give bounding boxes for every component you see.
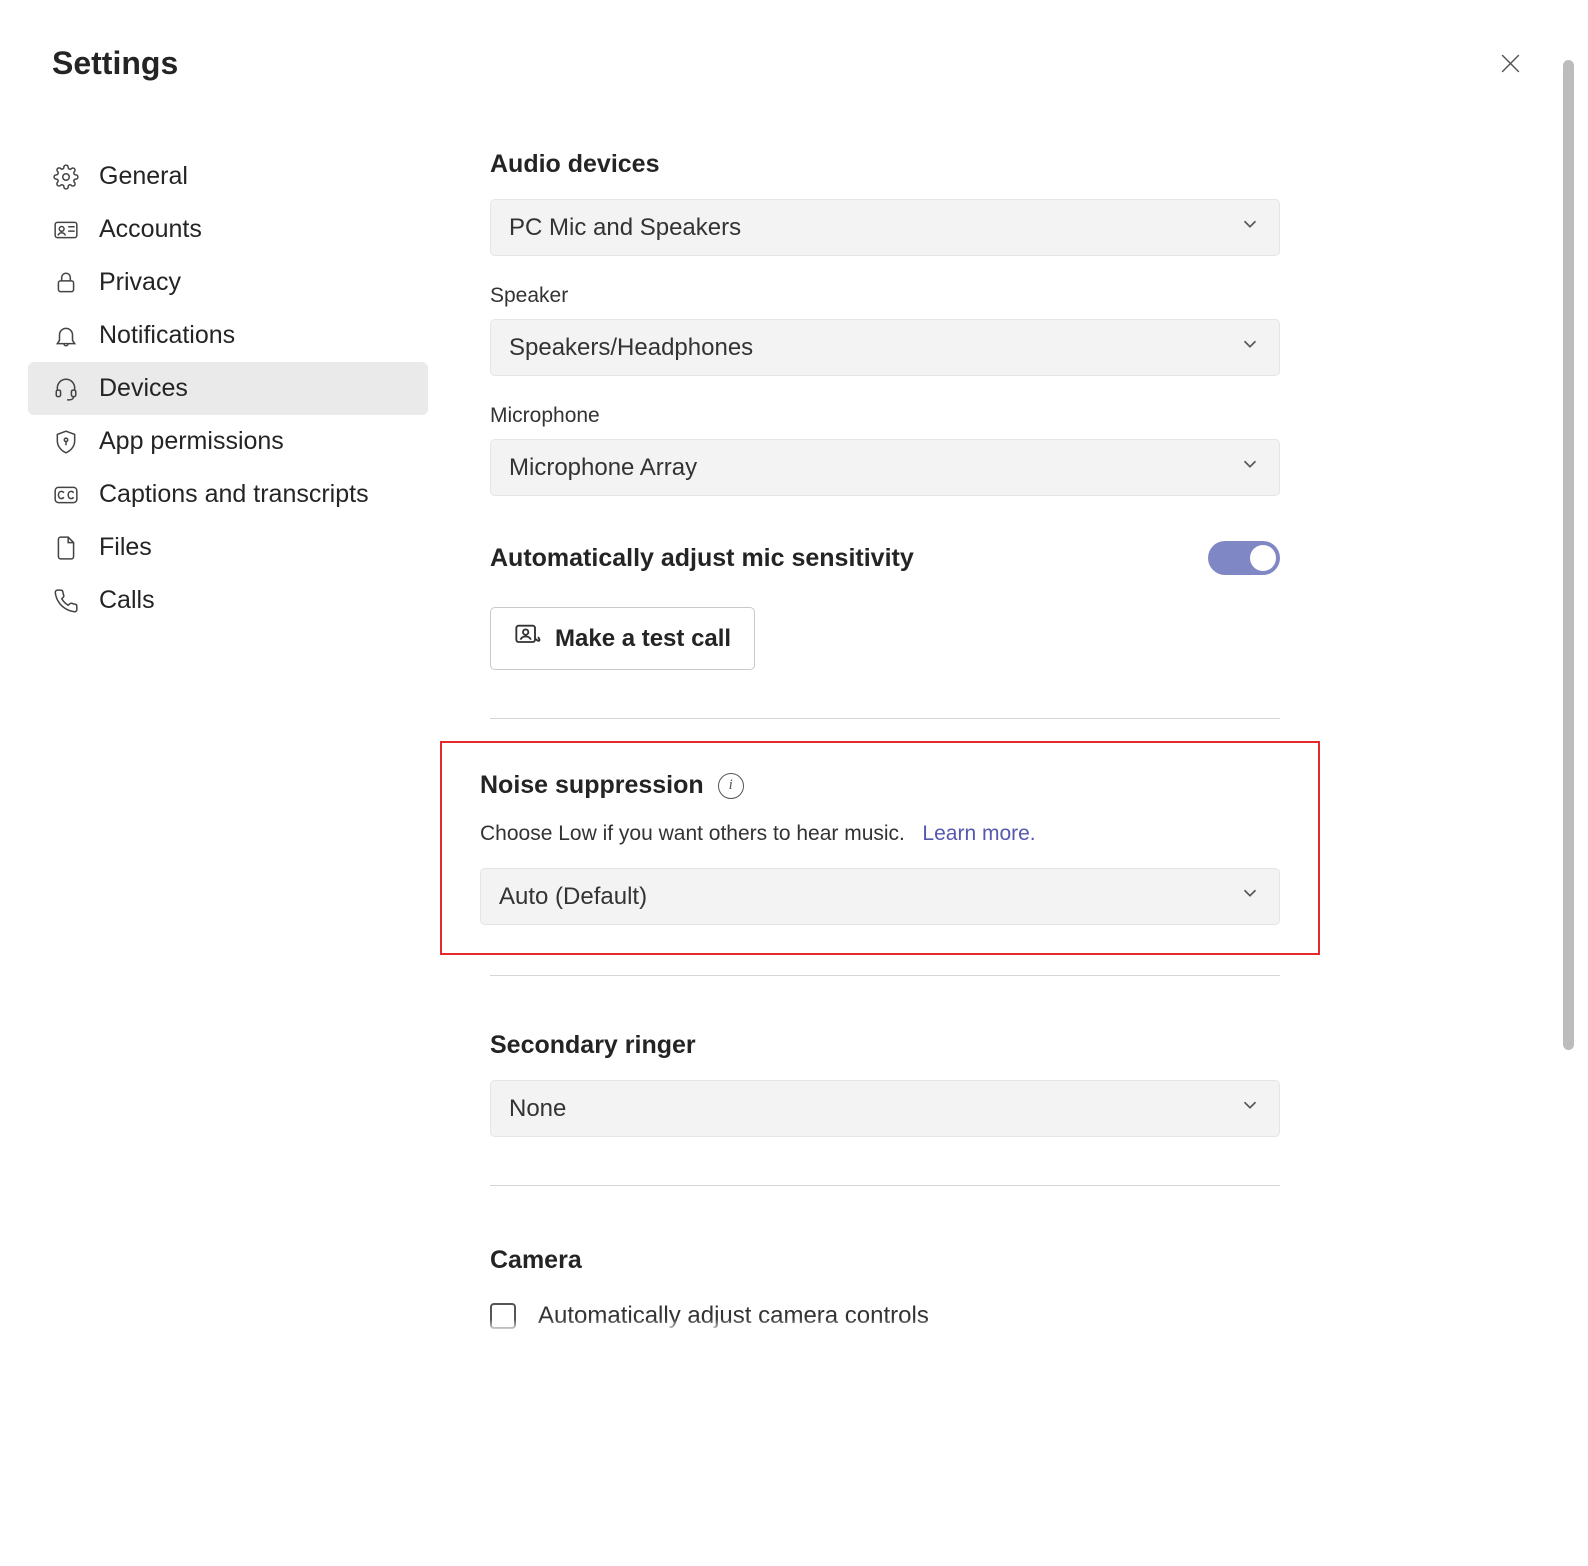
bell-icon [52,322,80,350]
toggle-knob [1250,545,1276,571]
make-test-call-button[interactable]: Make a test call [490,607,755,670]
sidebar-item-label: Captions and transcripts [99,480,369,509]
shield-key-icon [52,428,80,456]
speaker-label: Speaker [490,284,1280,308]
microphone-select[interactable]: Microphone Array [490,439,1280,496]
chevron-down-icon [1239,1094,1261,1123]
sidebar-item-files[interactable]: Files [28,521,428,574]
sidebar-item-calls[interactable]: Calls [28,574,428,627]
page-title: Settings [52,45,178,82]
noise-suppression-description: Choose Low if you want others to hear mu… [480,822,1280,846]
noise-suppression-title: Noise suppression [480,771,704,800]
secondary-ringer-select[interactable]: None [490,1080,1280,1137]
sidebar-item-devices[interactable]: Devices [28,362,428,415]
sidebar-item-label: Devices [99,374,188,403]
audio-devices-label: Audio devices [490,150,1280,179]
sidebar-item-label: Files [99,533,152,562]
auto-mic-label: Automatically adjust mic sensitivity [490,544,914,573]
sidebar-item-label: Accounts [99,215,202,244]
auto-mic-toggle[interactable] [1208,541,1280,575]
sidebar-item-accounts[interactable]: Accounts [28,203,428,256]
divider [490,718,1280,719]
person-call-icon [514,621,542,656]
divider [490,975,1280,976]
chevron-down-icon [1239,882,1261,911]
sidebar-item-captions[interactable]: Captions and transcripts [28,468,428,521]
select-value: None [509,1095,566,1123]
select-value: PC Mic and Speakers [509,214,741,242]
button-label: Make a test call [555,625,731,653]
auto-camera-label: Automatically adjust camera controls [538,1302,929,1330]
select-value: Microphone Array [509,454,697,482]
sidebar-item-privacy[interactable]: Privacy [28,256,428,309]
camera-label: Camera [490,1246,1280,1275]
noise-suppression-select[interactable]: Auto (Default) [480,868,1280,925]
lock-icon [52,269,80,297]
auto-camera-checkbox[interactable] [490,1303,516,1329]
noise-suppression-highlight: Noise suppression i Choose Low if you wa… [440,741,1320,955]
microphone-label: Microphone [490,404,1280,428]
sidebar-item-label: Notifications [99,321,235,350]
select-value: Speakers/Headphones [509,334,753,362]
scrollbar-thumb[interactable] [1563,60,1574,1050]
chevron-down-icon [1239,453,1261,482]
settings-sidebar: General Accounts Privacy Notifications D… [28,150,428,627]
sidebar-item-notifications[interactable]: Notifications [28,309,428,362]
sidebar-item-general[interactable]: General [28,150,428,203]
info-icon[interactable]: i [718,773,744,799]
sidebar-item-app-permissions[interactable]: App permissions [28,415,428,468]
sidebar-item-label: General [99,162,188,191]
learn-more-link[interactable]: Learn more. [922,822,1035,845]
divider [490,1185,1280,1186]
main-content: Audio devices PC Mic and Speakers Speake… [490,150,1280,1333]
speaker-select[interactable]: Speakers/Headphones [490,319,1280,376]
chevron-down-icon [1239,213,1261,242]
file-icon [52,534,80,562]
id-card-icon [52,216,80,244]
sidebar-item-label: Calls [99,586,155,615]
gear-icon [52,163,80,191]
secondary-ringer-label: Secondary ringer [490,1031,1280,1060]
close-icon [1498,51,1523,81]
audio-devices-select[interactable]: PC Mic and Speakers [490,199,1280,256]
close-button[interactable] [1492,48,1528,84]
headset-icon [52,375,80,403]
chevron-down-icon [1239,333,1261,362]
sidebar-item-label: App permissions [99,427,284,456]
phone-icon [52,587,80,615]
cc-icon [52,481,80,509]
select-value: Auto (Default) [499,883,647,911]
sidebar-item-label: Privacy [99,268,181,297]
